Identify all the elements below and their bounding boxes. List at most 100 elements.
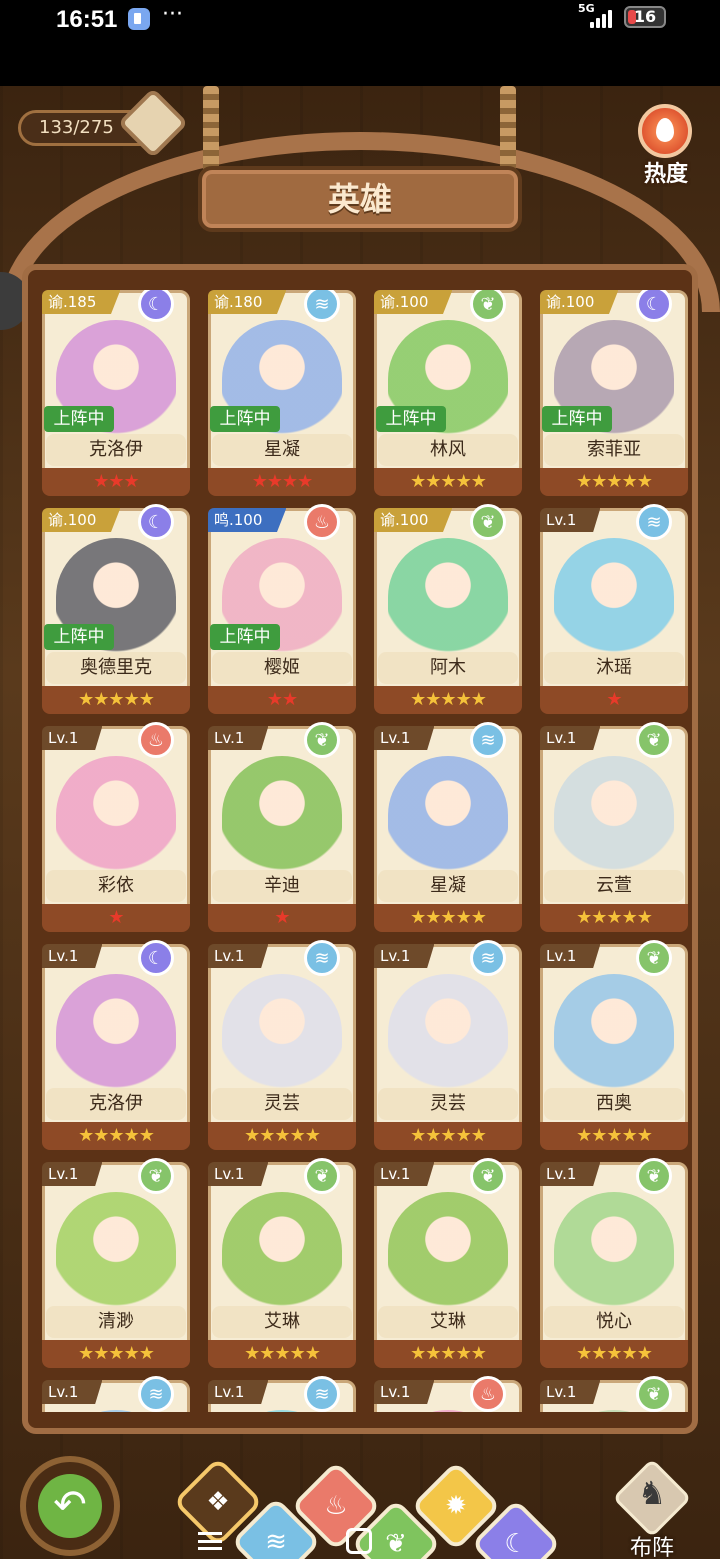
wind-icon: ≋ xyxy=(470,722,506,758)
chess-icon: ♞ xyxy=(637,1474,667,1512)
wind-icon: ≋ xyxy=(636,504,672,540)
hero-name: 林风 xyxy=(378,434,518,466)
deployed-badge: 上阵中 xyxy=(542,406,612,432)
deployed-badge: 上阵中 xyxy=(44,624,114,650)
hero-card[interactable]: Lv.1 ≋ 灵芸 ★★★★★ xyxy=(374,940,522,1152)
hero-card[interactable]: Lv.1 ❦ 西奥 ★★★★★ xyxy=(540,940,688,1152)
hero-card[interactable]: Lv.1 ≋ 星凝 ★★★★★ xyxy=(374,722,522,934)
hero-name: 灵芸 xyxy=(212,1088,352,1120)
hero-portrait xyxy=(56,756,176,874)
hero-card[interactable]: 谕.180 ≋ 上阵中 星凝 ★★★★ xyxy=(208,290,356,498)
hero-level: 谕.100 xyxy=(540,290,619,314)
hero-level: Lv.1 xyxy=(374,1162,435,1186)
hero-level: 鸣.100 xyxy=(208,508,287,532)
hero-portrait xyxy=(554,1192,674,1310)
hero-card[interactable]: Lv.1 ❦ 艾琳 ★★★★★ xyxy=(208,1158,356,1370)
hero-card[interactable]: Lv.1 ≋ 灵芸 ★★★★★ xyxy=(208,940,356,1152)
wind-icon: ≋ xyxy=(138,1376,174,1412)
status-bar: 16:51 ··· 5G 16 xyxy=(0,0,720,86)
title-plaque: 英雄 xyxy=(198,166,522,232)
menu-icon[interactable] xyxy=(198,1532,222,1550)
star-rating: ★★★★★ xyxy=(374,468,522,496)
hero-level: Lv.1 xyxy=(208,1380,269,1404)
hero-card[interactable]: Lv.1 ❦ 云萱 ★★★★★ xyxy=(540,722,688,934)
hero-level: Lv.1 xyxy=(208,944,269,968)
leaf-icon: ❦ xyxy=(470,1158,506,1194)
hero-name: 奥德里克 xyxy=(46,652,186,684)
hero-card[interactable]: Lv.1 ❦ 辛迪 ★ xyxy=(208,722,356,934)
hero-card[interactable]: Lv.1 ❦ 悦心 ★★★★★ xyxy=(540,1158,688,1370)
wind-icon: ≋ xyxy=(304,1376,340,1412)
hero-name: 西奥 xyxy=(544,1088,684,1120)
hero-portrait xyxy=(554,538,674,656)
moon-icon: ☾ xyxy=(138,940,174,976)
hero-name: 樱姬 xyxy=(212,652,352,684)
hero-level: Lv.1 xyxy=(374,944,435,968)
star-rating: ★★★★ xyxy=(208,468,356,496)
hero-level: Lv.1 xyxy=(540,726,601,750)
app-notification-icon xyxy=(128,8,150,30)
fire-icon: ♨ xyxy=(470,1376,506,1412)
deployed-badge: 上阵中 xyxy=(376,406,446,432)
back-arrow-icon: ↶ xyxy=(38,1474,102,1538)
hero-name: 沐瑶 xyxy=(544,652,684,684)
hero-card[interactable]: Lv.1 ≋ xyxy=(208,1376,356,1412)
formation-button[interactable]: ♞ 布阵 xyxy=(612,1458,692,1559)
star-rating: ★★★★★ xyxy=(42,686,190,714)
hero-level: 谕.100 xyxy=(42,508,121,532)
hero-list-frame: 谕.185 ☾ 上阵中 克洛伊 ★★★ 谕.180 ≋ 上阵中 星凝 ★★★★ 谕.100 ❦ 上阵中林… xyxy=(22,264,698,1434)
hero-name: 云萱 xyxy=(544,870,684,902)
hero-level: 谕.100 xyxy=(374,290,453,314)
home-icon[interactable] xyxy=(346,1528,372,1554)
hero-card[interactable]: 谕.100 ❦ 上阵中 林风 ★★★★★ xyxy=(374,290,522,498)
hero-name: 艾琳 xyxy=(212,1306,352,1338)
page-title: 英雄 xyxy=(327,180,392,218)
hero-level: Lv.1 xyxy=(540,1380,601,1404)
hero-level: 谕.185 xyxy=(42,290,121,314)
hero-card[interactable]: Lv.1 ♨ 彩依 ★ xyxy=(42,722,190,934)
battery-icon: 16 xyxy=(624,6,666,28)
hero-level: Lv.1 xyxy=(208,1162,269,1186)
hero-card[interactable]: Lv.1 ❦ xyxy=(540,1376,688,1412)
leaf-icon: ❦ xyxy=(636,722,672,758)
hero-card[interactable]: Lv.1 ♨ xyxy=(374,1376,522,1412)
hero-portrait xyxy=(388,974,508,1092)
star-rating: ★ xyxy=(42,904,190,932)
star-rating: ★★ xyxy=(208,686,356,714)
hero-portrait xyxy=(56,974,176,1092)
hero-card[interactable]: Lv.1 ❦ 艾琳 ★★★★★ xyxy=(374,1158,522,1370)
hero-level: Lv.1 xyxy=(540,944,601,968)
hero-card[interactable]: 鸣.100 ♨ 上阵中 樱姬 ★★ xyxy=(208,504,356,716)
more-notifications-icon: ··· xyxy=(162,2,183,27)
moon-icon: ☾ xyxy=(138,504,174,540)
hero-card[interactable]: 谕.100 ☾ 上阵中 奥德里克 ★★★★★ xyxy=(42,504,190,716)
fire-icon: ♨ xyxy=(138,722,174,758)
hero-portrait xyxy=(554,756,674,874)
hero-portrait xyxy=(222,974,342,1092)
hero-name: 索菲亚 xyxy=(544,434,684,466)
all-elements-icon: ❖ xyxy=(206,1487,230,1517)
popularity-label: 热度 xyxy=(643,162,688,187)
star-rating: ★★★★★ xyxy=(540,904,688,932)
star-rating: ★★★★★ xyxy=(208,1122,356,1150)
popularity-button[interactable]: 热度 xyxy=(630,104,702,187)
hero-card[interactable]: Lv.1 ❦ 清渺 ★★★★★ xyxy=(42,1158,190,1370)
hero-level: Lv.1 xyxy=(42,726,103,750)
hero-card[interactable]: 谕.100 ❦ 阿木 ★★★★★ xyxy=(374,504,522,716)
leaf-icon: ❦ xyxy=(636,940,672,976)
leaf-icon: ❦ xyxy=(470,504,506,540)
hero-level: Lv.1 xyxy=(540,508,601,532)
hero-card[interactable]: 谕.100 ☾ 上阵中 索菲亚 ★★★★★ xyxy=(540,290,688,498)
leaf-icon: ❦ xyxy=(304,1158,340,1194)
star-rating: ★★★★★ xyxy=(374,1122,522,1150)
star-rating: ★★★★★ xyxy=(374,686,522,714)
hero-card[interactable]: Lv.1 ≋ xyxy=(42,1376,190,1412)
back-button[interactable]: ↶ xyxy=(20,1456,120,1556)
hero-card[interactable]: Lv.1 ≋ 沐瑶 ★ xyxy=(540,504,688,716)
fire-icon: ♨ xyxy=(304,504,340,540)
hero-card[interactable]: Lv.1 ☾ 克洛伊 ★★★★★ xyxy=(42,940,190,1152)
hero-card[interactable]: 谕.185 ☾ 上阵中 克洛伊 ★★★ xyxy=(42,290,190,498)
hero-level: Lv.1 xyxy=(42,1162,103,1186)
hero-level: Lv.1 xyxy=(374,726,435,750)
hero-level: Lv.1 xyxy=(208,726,269,750)
